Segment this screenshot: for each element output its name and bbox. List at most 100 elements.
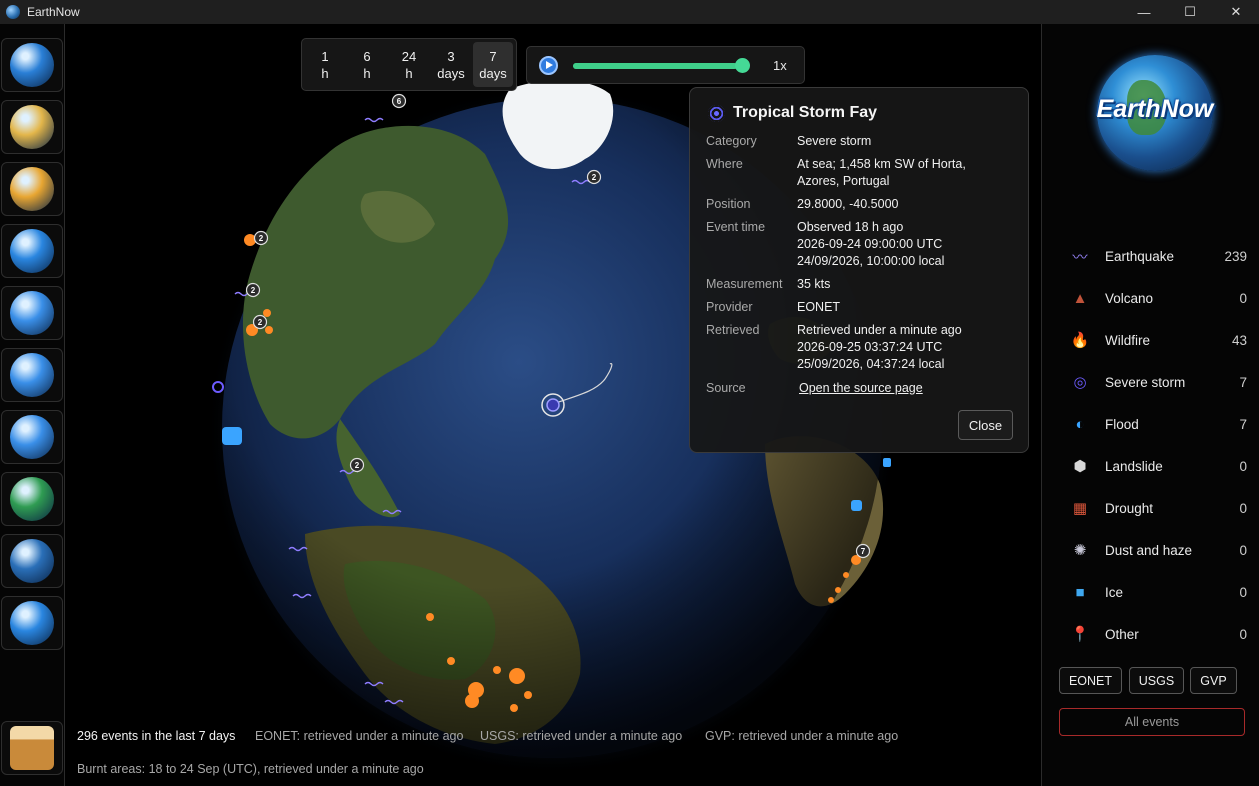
category-name: Severe storm (1105, 374, 1186, 390)
eonet-status: EONET: retrieved under a minute ago (255, 729, 464, 743)
tool-button-10[interactable] (1, 596, 63, 650)
tool-button-8[interactable] (1, 472, 63, 526)
range-option-7-days[interactable]: 7 days (473, 42, 513, 87)
flood-wave-icon[interactable] (851, 500, 862, 511)
cluster-badge[interactable]: 7 (855, 543, 871, 559)
cluster-badge[interactable]: 2 (586, 169, 602, 185)
playback-slider-thumb[interactable] (735, 58, 750, 73)
tool-button-3[interactable] (1, 162, 63, 216)
range-value: 1 (321, 48, 329, 64)
wildfire-flame-icon[interactable] (447, 657, 455, 665)
popup-row-key: Retrieved (706, 323, 760, 337)
tool-button-1[interactable] (1, 38, 63, 92)
all-events-button[interactable]: All events (1059, 708, 1245, 736)
donate-button[interactable] (1, 721, 63, 775)
logo-wordmark: EarthNow (1096, 95, 1214, 123)
open-source-link[interactable]: Open the source page (799, 380, 1029, 397)
usgs-status: USGS: retrieved under a minute ago (480, 729, 683, 743)
wildfire-flame-icon[interactable] (265, 326, 273, 334)
wildfire-flame-icon[interactable] (263, 309, 271, 317)
wildfire-flame-icon[interactable] (426, 613, 434, 621)
info-orbit-icon (10, 601, 54, 645)
category-severe-storm[interactable]: ◎ Severe storm 7 (1069, 370, 1247, 394)
cluster-count: 7 (861, 547, 866, 556)
wildfire-flame-icon[interactable] (828, 597, 834, 603)
tool-button-9[interactable] (1, 534, 63, 588)
category-count: 7 (1239, 416, 1247, 432)
range-option-24-h[interactable]: 24 h (389, 42, 429, 87)
coffee-icon (10, 726, 54, 770)
wildfire-flame-icon[interactable] (493, 666, 501, 674)
popup-header: Tropical Storm Fay (708, 104, 877, 122)
category-landslide[interactable]: ⬢ Landslide 0 (1069, 454, 1247, 478)
tool-button-6[interactable] (1, 348, 63, 402)
range-option-1-h[interactable]: 1h (305, 42, 345, 87)
provider-filter-usgs[interactable]: USGS (1129, 667, 1184, 694)
right-panel: EarthNow 〰 Earthquake 239 ▲ Volcano 0 🔥 Wildfir… (1041, 24, 1259, 786)
category-volcano[interactable]: ▲ Volcano 0 (1069, 286, 1247, 310)
close-window-button[interactable]: ✕ (1213, 0, 1259, 24)
minimize-button[interactable]: — (1121, 0, 1167, 24)
category-count: 0 (1239, 626, 1247, 642)
category-drought[interactable]: ▦ Drought 0 (1069, 496, 1247, 520)
wildfire-flame-icon[interactable] (835, 587, 841, 593)
category-dust-and-haze[interactable]: ✺ Dust and haze 0 (1069, 538, 1247, 562)
wildfire-flame-icon[interactable] (843, 572, 849, 578)
globe-check-icon (10, 477, 54, 521)
provider-filter-gvp[interactable]: GVP (1190, 667, 1237, 694)
category-flood[interactable]: ◐ Flood 7 (1069, 412, 1247, 436)
earthquake-wave-icon[interactable] (364, 117, 384, 123)
popup-row-value: Severe storm (797, 134, 872, 148)
category-earthquake[interactable]: 〰 Earthquake 239 (1069, 244, 1247, 268)
play-button[interactable] (539, 56, 558, 75)
tool-button-2[interactable] (1, 100, 63, 154)
range-unit: days (479, 65, 507, 81)
flood-wave-icon: ◐ (1075, 415, 1085, 433)
category-ice[interactable]: ■ Ice 0 (1069, 580, 1247, 604)
flood-wave-icon[interactable] (222, 427, 242, 445)
landslide-rock-icon: ⬢ (1073, 458, 1087, 475)
zoom-in-icon (10, 291, 54, 335)
category-name: Wildfire (1105, 332, 1151, 348)
tool-button-5[interactable] (1, 286, 63, 340)
storm-spiral-icon: ◎ (1073, 374, 1087, 391)
wildfire-flame-icon: 🔥 (1070, 332, 1090, 349)
flood-wave-icon[interactable] (883, 458, 891, 467)
popup-close-button[interactable]: Close (958, 410, 1013, 440)
zoom-out-icon (10, 353, 54, 397)
burnt-areas-status: Burnt areas: 18 to 24 Sep (UTC), retriev… (77, 762, 424, 776)
provider-filter-eonet[interactable]: EONET (1059, 667, 1122, 694)
popup-row-key: Provider (706, 300, 753, 314)
drought-icon: ▦ (1072, 500, 1088, 517)
popup-row-value: 35 kts (797, 277, 831, 291)
popup-row-value: At sea; 1,458 km SW of Horta, Azores, Po… (797, 157, 966, 188)
wildfire-flame-icon[interactable] (524, 691, 532, 699)
maximize-button[interactable]: ☐ (1167, 0, 1213, 24)
tool-button-4[interactable] (1, 224, 63, 278)
wildfire-flame-icon[interactable] (509, 668, 525, 684)
cluster-badge[interactable]: 2 (253, 230, 269, 246)
range-unit: h (405, 65, 413, 81)
category-wildfire[interactable]: 🔥 Wildfire 43 (1069, 328, 1247, 352)
cluster-count: 2 (259, 234, 264, 243)
cluster-badge[interactable]: 2 (245, 282, 261, 298)
cluster-count: 2 (258, 318, 263, 327)
range-option-3-days[interactable]: 3 days (431, 42, 471, 87)
tool-button-7[interactable] (1, 410, 63, 464)
range-option-6-h[interactable]: 6h (347, 42, 387, 87)
playback-speed[interactable]: 1x (773, 58, 787, 73)
category-count: 7 (1239, 374, 1247, 390)
cluster-badge[interactable]: 6 (391, 93, 407, 109)
category-other[interactable]: 📍 Other 0 (1069, 622, 1247, 646)
wildfire-flame-icon[interactable] (465, 694, 479, 708)
range-value: 3 (447, 48, 455, 64)
category-name: Flood (1105, 416, 1139, 432)
popup-row-key: Category (706, 134, 757, 148)
popup-row-key: Where (706, 157, 743, 171)
wildfire-flame-icon[interactable] (510, 704, 518, 712)
category-count: 0 (1239, 458, 1247, 474)
cluster-badge[interactable]: 2 (349, 457, 365, 473)
cluster-count: 6 (397, 97, 402, 106)
cluster-badge[interactable]: 2 (252, 314, 268, 330)
playback-slider[interactable] (573, 63, 749, 69)
